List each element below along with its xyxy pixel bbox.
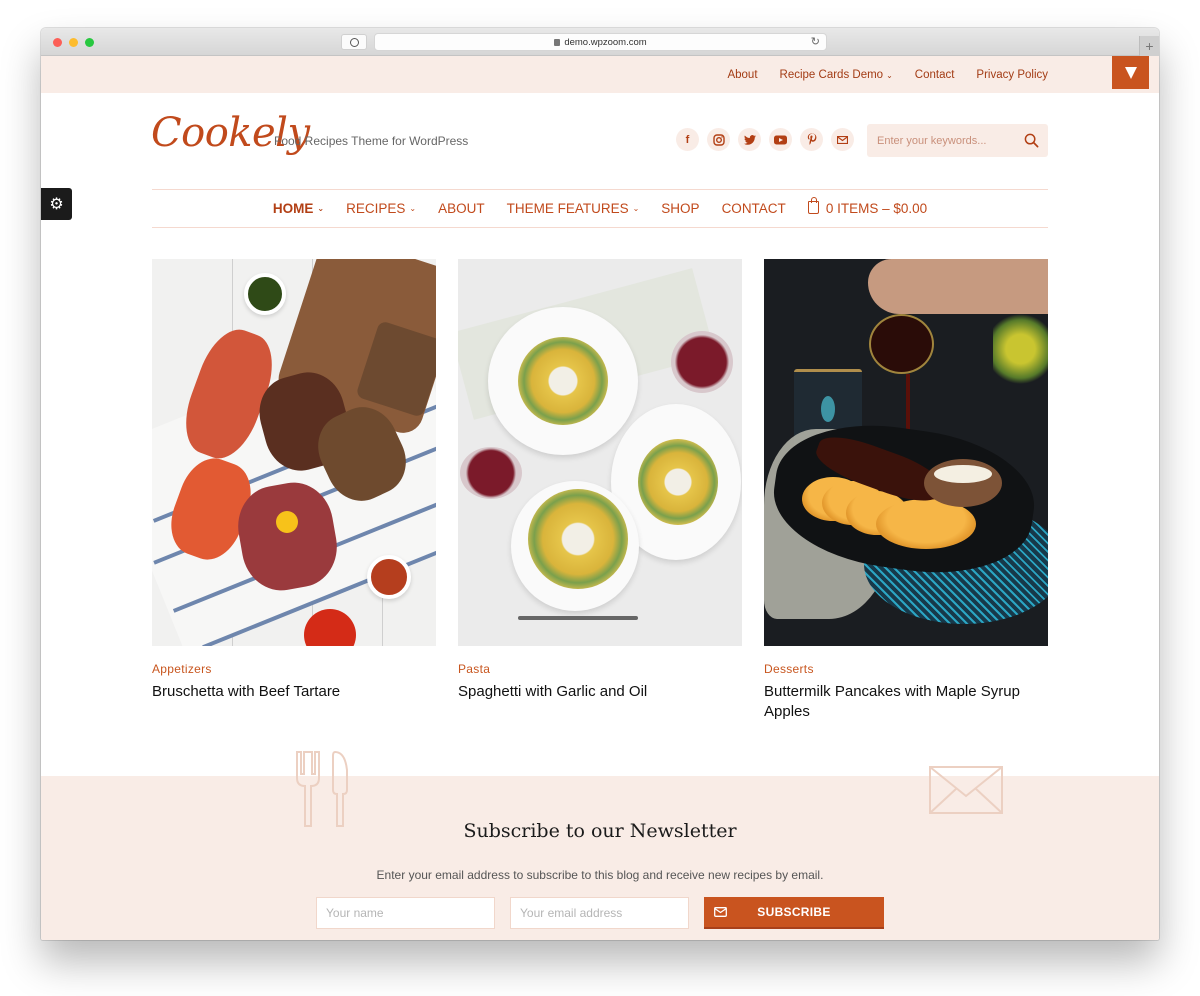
recipe-title[interactable]: Buttermilk Pancakes with Maple Syrup App… (764, 682, 1048, 722)
recipe-category[interactable]: Desserts (764, 662, 1048, 676)
privacy-button[interactable] (341, 34, 367, 50)
newsletter-subtitle: Enter your email address to subscribe to… (376, 868, 824, 882)
nav-label: Theme Features (506, 201, 629, 216)
recipe-card: Pasta Spaghetti with Garlic and Oil (458, 259, 742, 702)
gear-icon: ⚙ (49, 196, 64, 213)
fork-knife-icon (296, 750, 348, 827)
recipe-title[interactable]: Spaghetti with Garlic and Oil (458, 682, 742, 702)
recipe-category[interactable]: Pasta (458, 662, 742, 676)
subscribe-button[interactable]: SUBSCRIBE (704, 897, 884, 929)
nav-label: Recipes (346, 201, 406, 216)
nav-label: Contact (721, 201, 786, 216)
lock-icon (554, 38, 561, 46)
settings-panel-toggle[interactable]: ⚙ (41, 188, 72, 220)
envelope-icon (714, 907, 727, 917)
zoom-window-button[interactable] (85, 38, 94, 47)
nav-theme-features[interactable]: Theme Features ⌄ (507, 201, 640, 216)
recipe-title[interactable]: Bruschetta with Beef Tartare (152, 682, 436, 702)
nav-contact[interactable]: Contact (722, 201, 786, 216)
youtube-icon[interactable] (769, 128, 792, 151)
nav-label: About (438, 201, 485, 216)
top-nav-label: About (727, 68, 758, 81)
pinterest-icon[interactable] (800, 128, 823, 151)
shield-icon (349, 37, 359, 47)
chevron-down-icon: ⌄ (632, 204, 640, 213)
url-text: demo.wpzoom.com (564, 36, 647, 48)
address-bar[interactable]: demo.wpzoom.com ↻ (374, 33, 827, 51)
top-nav-label: Privacy Policy (976, 68, 1048, 81)
top-nav-contact[interactable]: Contact (915, 69, 955, 81)
browser-window: demo.wpzoom.com ↻ + About Recipe Cards D… (41, 28, 1159, 940)
reload-icon[interactable]: ↻ (811, 35, 820, 48)
top-bar: About Recipe Cards Demo ⌄ Contact Privacy… (41, 56, 1159, 93)
nav-home[interactable]: Home ⌄ (273, 201, 324, 216)
chevron-down-icon: ⌄ (409, 204, 417, 213)
nav-about[interactable]: About (438, 201, 485, 216)
nav-cart[interactable]: 0 ITEMS – $0.00 (807, 197, 928, 216)
close-window-button[interactable] (53, 38, 62, 47)
nav-label: Home (272, 201, 314, 216)
top-nav-recipe-cards-demo[interactable]: Recipe Cards Demo ⌄ (780, 69, 893, 81)
facebook-icon[interactable]: f (676, 128, 699, 151)
name-field[interactable] (316, 897, 495, 929)
site-tagline: Food Recipes Theme for WordPress (274, 134, 469, 148)
recipe-card: Desserts Buttermilk Pancakes with Maple … (764, 259, 1048, 722)
recipe-category[interactable]: Appetizers (152, 662, 436, 676)
social-links: f (676, 128, 854, 151)
top-nav-label: Contact (914, 68, 955, 81)
window-controls (53, 38, 94, 47)
newsletter-title: Subscribe to our Newsletter (463, 820, 737, 842)
recipe-card: Appetizers Bruschetta with Beef Tartare (152, 259, 436, 702)
cart-summary: 0 ITEMS – $0.00 (825, 201, 928, 216)
top-navigation: About Recipe Cards Demo ⌄ Contact Privacy… (727, 56, 1048, 93)
new-tab-button[interactable]: + (1139, 36, 1159, 56)
nav-shop[interactable]: Shop (661, 201, 699, 216)
top-nav-privacy-policy[interactable]: Privacy Policy (976, 69, 1048, 81)
recipe-image-pancakes[interactable] (764, 259, 1048, 646)
triangle-down-icon (1124, 66, 1137, 79)
main-navigation: Home ⌄ Recipes ⌄ About Theme Features ⌄ Sho… (152, 189, 1048, 228)
envelope-icon (929, 766, 1003, 814)
nav-recipes[interactable]: Recipes ⌄ (346, 201, 416, 216)
search-input[interactable] (877, 134, 1017, 147)
nav-label: Shop (661, 201, 700, 216)
recipe-image-bruschetta[interactable] (152, 259, 436, 646)
search-box (867, 124, 1048, 157)
recipe-image-spaghetti[interactable] (458, 259, 742, 646)
chevron-down-icon: ⌄ (886, 70, 893, 80)
instagram-icon[interactable] (707, 128, 730, 151)
email-field[interactable] (510, 897, 689, 929)
browser-toolbar: demo.wpzoom.com ↻ + (41, 28, 1159, 56)
top-nav-about[interactable]: About (727, 69, 757, 81)
subscribe-label: SUBSCRIBE (757, 905, 831, 919)
twitter-icon[interactable] (738, 128, 761, 151)
site-logo[interactable]: Cookely (151, 110, 310, 156)
email-icon[interactable] (831, 128, 854, 151)
shopping-bag-icon (807, 197, 819, 214)
minimize-window-button[interactable] (69, 38, 78, 47)
top-bar-toggle-button[interactable] (1112, 56, 1149, 89)
search-icon[interactable] (1024, 133, 1039, 148)
top-nav-label: Recipe Cards Demo (779, 68, 884, 81)
chevron-down-icon: ⌄ (317, 204, 325, 213)
